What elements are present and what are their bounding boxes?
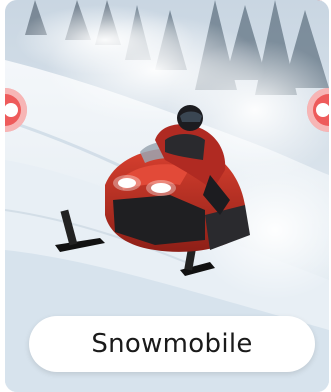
category-label-pill[interactable]: Snowmobile (29, 316, 315, 372)
category-card[interactable]: Snowmobile (5, 0, 329, 392)
category-label: Snowmobile (91, 329, 253, 359)
